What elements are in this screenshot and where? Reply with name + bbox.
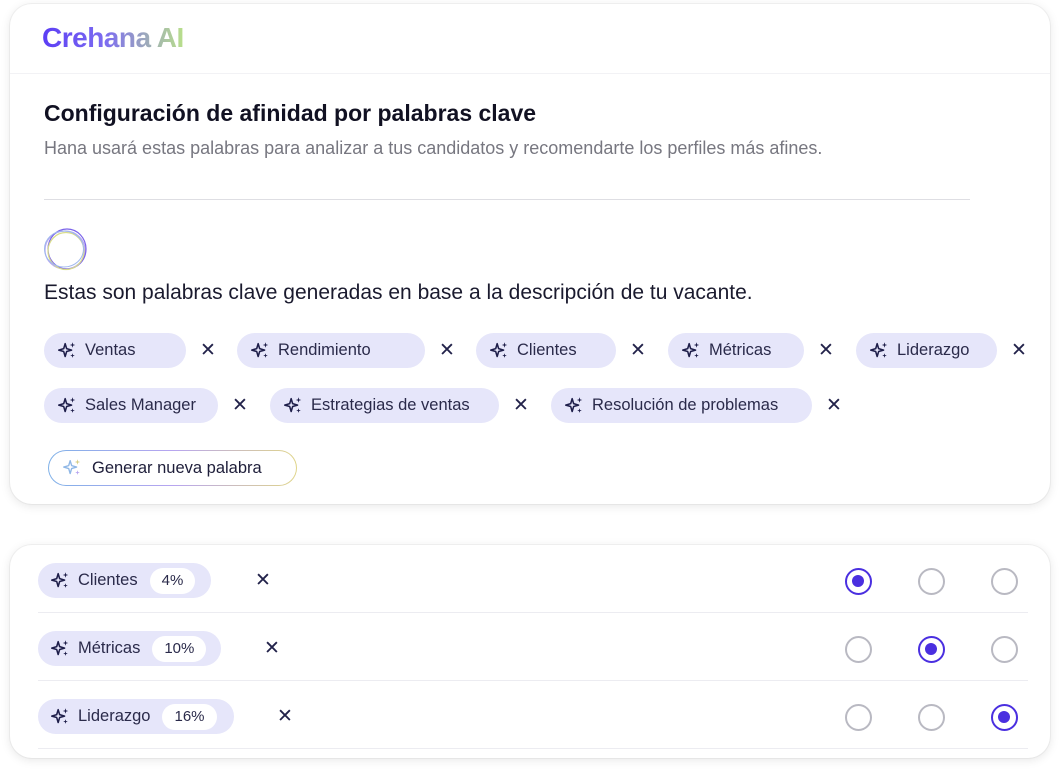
keyword-chip: Métricas 10%: [38, 631, 221, 666]
affinity-row: Clientes 4% ✕: [38, 545, 1028, 613]
keyword-chip: Liderazgo: [856, 333, 997, 368]
keyword-chip: Resolución de problemas: [551, 388, 812, 423]
keyword-percent-badge: 10%: [152, 635, 207, 662]
remove-keyword-button[interactable]: ✕: [826, 396, 842, 416]
sparkle-icon: [869, 341, 888, 358]
sparkle-icon: [63, 459, 81, 475]
affinity-level-radio[interactable]: [845, 704, 872, 731]
remove-keyword-button[interactable]: ✕: [439, 341, 455, 361]
remove-keyword-button[interactable]: ✕: [232, 396, 248, 416]
divider: [44, 199, 970, 200]
sparkle-icon: [250, 341, 269, 358]
sparkle-icon: [57, 341, 76, 358]
hana-assistant-icon: [44, 228, 87, 271]
keyword-chip-label: Rendimiento: [278, 341, 371, 359]
generate-keyword-label: Generar nueva palabra: [92, 458, 262, 477]
brand-bar: Crehana AI: [10, 4, 1050, 74]
keyword-affinity-card: Clientes 4% ✕ Métricas 10% ✕ Liderazgo 16% ✕: [10, 545, 1050, 758]
keyword-chip: Liderazgo 16%: [38, 699, 234, 734]
affinity-level-radio[interactable]: [918, 636, 945, 663]
affinity-level-radio[interactable]: [991, 636, 1018, 663]
sparkle-icon: [50, 639, 69, 656]
remove-keyword-button[interactable]: ✕: [818, 341, 834, 361]
keyword-chip-label: Clientes: [78, 571, 138, 589]
remove-keyword-button[interactable]: ✕: [277, 707, 293, 727]
keyword-chip: Estrategias de ventas: [270, 388, 499, 423]
affinity-level-radio[interactable]: [845, 568, 872, 595]
keyword-percent-badge: 4%: [149, 567, 196, 594]
keyword-chip: Sales Manager: [44, 388, 218, 423]
remove-keyword-button[interactable]: ✕: [513, 396, 529, 416]
keyword-chip: Ventas: [44, 333, 186, 368]
brand-logo: Crehana AI: [42, 22, 184, 53]
keyword-chip-label: Ventas: [85, 341, 136, 359]
sparkle-icon: [50, 571, 69, 588]
affinity-level-radio[interactable]: [918, 704, 945, 731]
sparkle-icon: [489, 341, 508, 358]
remove-keyword-button[interactable]: ✕: [630, 341, 646, 361]
keyword-chip-label: Sales Manager: [85, 396, 196, 414]
affinity-level-radio[interactable]: [991, 704, 1018, 731]
affinity-level-radio[interactable]: [918, 568, 945, 595]
keyword-chip-label: Clientes: [517, 341, 577, 359]
sparkle-icon: [57, 396, 76, 413]
affinity-row: Liderazgo 16% ✕: [38, 681, 1028, 749]
affinity-level-radio[interactable]: [845, 636, 872, 663]
keyword-chip: Clientes 4%: [38, 563, 211, 598]
keyword-chip-label: Liderazgo: [78, 707, 151, 725]
remove-keyword-button[interactable]: ✕: [264, 639, 280, 659]
keyword-chip: Métricas: [668, 333, 804, 368]
keyword-percent-badge: 16%: [162, 703, 217, 730]
page-subtitle: Hana usará estas palabras para analizar …: [44, 138, 823, 158]
remove-keyword-button[interactable]: ✕: [1011, 341, 1027, 361]
sparkle-icon: [681, 341, 700, 358]
keyword-chip: Rendimiento: [237, 333, 425, 368]
generate-keyword-button[interactable]: Generar nueva palabra: [48, 450, 297, 486]
keyword-chip: Clientes: [476, 333, 616, 368]
remove-keyword-button[interactable]: ✕: [200, 341, 216, 361]
sparkle-icon: [564, 396, 583, 413]
keyword-config-card: Crehana AI Configuración de afinidad por…: [10, 4, 1050, 504]
remove-keyword-button[interactable]: ✕: [255, 571, 271, 591]
keyword-chip-label: Métricas: [709, 341, 772, 359]
generated-keywords-lead: Estas son palabras clave generadas en ba…: [44, 281, 753, 304]
affinity-row: Métricas 10% ✕: [38, 613, 1028, 681]
keyword-chip-label: Métricas: [78, 639, 141, 657]
keyword-chip-label: Liderazgo: [897, 341, 970, 359]
sparkle-icon: [50, 707, 69, 724]
sparkle-icon: [283, 396, 302, 413]
keyword-chip-label: Estrategias de ventas: [311, 396, 470, 414]
keyword-chip-label: Resolución de problemas: [592, 396, 779, 414]
page-title: Configuración de afinidad por palabras c…: [44, 100, 537, 126]
affinity-level-radio[interactable]: [991, 568, 1018, 595]
